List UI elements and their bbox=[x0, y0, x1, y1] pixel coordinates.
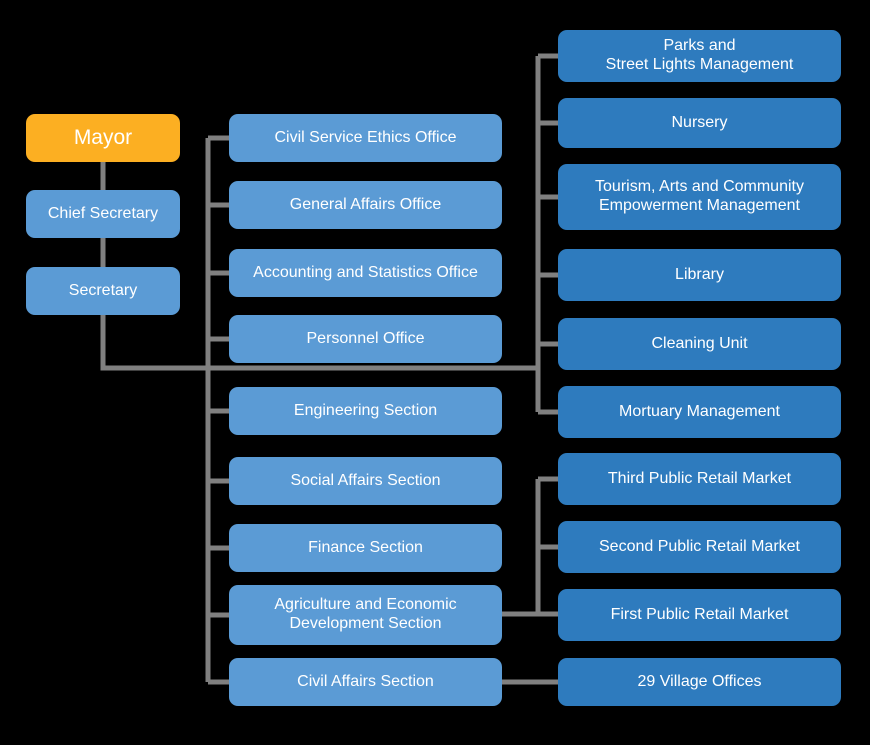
node-social-affairs-section-label: Social Affairs Section bbox=[290, 471, 441, 489]
node-village-offices-label: 29 Village Offices bbox=[637, 672, 762, 690]
node-civil-affairs-section[interactable]: Civil Affairs Section bbox=[229, 658, 502, 706]
node-engineering-section[interactable]: Engineering Section bbox=[229, 387, 502, 435]
node-civil-service-ethics-office-label: Civil Service Ethics Office bbox=[274, 128, 457, 146]
node-cleaning-unit[interactable]: Cleaning Unit bbox=[558, 318, 841, 370]
node-finance-section[interactable]: Finance Section bbox=[229, 524, 502, 572]
node-first-public-retail-market-label: First Public Retail Market bbox=[610, 605, 789, 623]
node-library-label: Library bbox=[675, 265, 724, 283]
node-agriculture-and-economic-development-section-label: Agriculture and Economic Development Sec… bbox=[274, 596, 457, 632]
node-personnel-office-label: Personnel Office bbox=[306, 329, 425, 347]
node-accounting-and-statistics-office-label: Accounting and Statistics Office bbox=[253, 263, 478, 281]
node-social-affairs-section[interactable]: Social Affairs Section bbox=[229, 457, 502, 505]
node-engineering-section-label: Engineering Section bbox=[293, 401, 438, 419]
org-chart: Mayor Chief Secretary Secretary Civil Se… bbox=[0, 0, 870, 745]
node-finance-section-label: Finance Section bbox=[308, 538, 423, 556]
node-parks-and-street-lights-management[interactable]: Parks and Street Lights Management bbox=[558, 30, 841, 82]
node-second-public-retail-market-label: Second Public Retail Market bbox=[599, 537, 800, 555]
node-civil-affairs-section-label: Civil Affairs Section bbox=[297, 672, 434, 690]
node-civil-service-ethics-office[interactable]: Civil Service Ethics Office bbox=[229, 114, 502, 162]
node-nursery[interactable]: Nursery bbox=[558, 98, 841, 148]
node-library[interactable]: Library bbox=[558, 249, 841, 301]
node-mortuary-management-label: Mortuary Management bbox=[619, 402, 780, 420]
node-tourism-arts-and-community-empowerment-management-label: Tourism, Arts and Community Empowerment … bbox=[595, 178, 804, 214]
node-agriculture-and-economic-development-section[interactable]: Agriculture and Economic Development Sec… bbox=[229, 585, 502, 645]
node-accounting-and-statistics-office[interactable]: Accounting and Statistics Office bbox=[229, 249, 502, 297]
node-general-affairs-office-label: General Affairs Office bbox=[289, 195, 442, 213]
node-mayor[interactable]: Mayor bbox=[26, 114, 180, 162]
node-chief-secretary[interactable]: Chief Secretary bbox=[26, 190, 180, 238]
node-mortuary-management[interactable]: Mortuary Management bbox=[558, 386, 841, 438]
node-personnel-office[interactable]: Personnel Office bbox=[229, 315, 502, 363]
node-nursery-label: Nursery bbox=[671, 113, 728, 131]
node-general-affairs-office[interactable]: General Affairs Office bbox=[229, 181, 502, 229]
node-tourism-arts-and-community-empowerment-management[interactable]: Tourism, Arts and Community Empowerment … bbox=[558, 164, 841, 230]
node-third-public-retail-market[interactable]: Third Public Retail Market bbox=[558, 453, 841, 505]
node-secretary[interactable]: Secretary bbox=[26, 267, 180, 315]
node-parks-and-street-lights-management-label: Parks and Street Lights Management bbox=[605, 37, 794, 73]
node-mayor-label: Mayor bbox=[73, 125, 133, 149]
node-first-public-retail-market[interactable]: First Public Retail Market bbox=[558, 589, 841, 641]
node-secretary-label: Secretary bbox=[68, 281, 138, 299]
node-third-public-retail-market-label: Third Public Retail Market bbox=[607, 469, 792, 487]
node-cleaning-unit-label: Cleaning Unit bbox=[651, 334, 748, 352]
line-secretary-trunk bbox=[100, 315, 208, 371]
node-chief-secretary-label: Chief Secretary bbox=[47, 204, 159, 222]
node-village-offices[interactable]: 29 Village Offices bbox=[558, 658, 841, 706]
node-second-public-retail-market[interactable]: Second Public Retail Market bbox=[558, 521, 841, 573]
